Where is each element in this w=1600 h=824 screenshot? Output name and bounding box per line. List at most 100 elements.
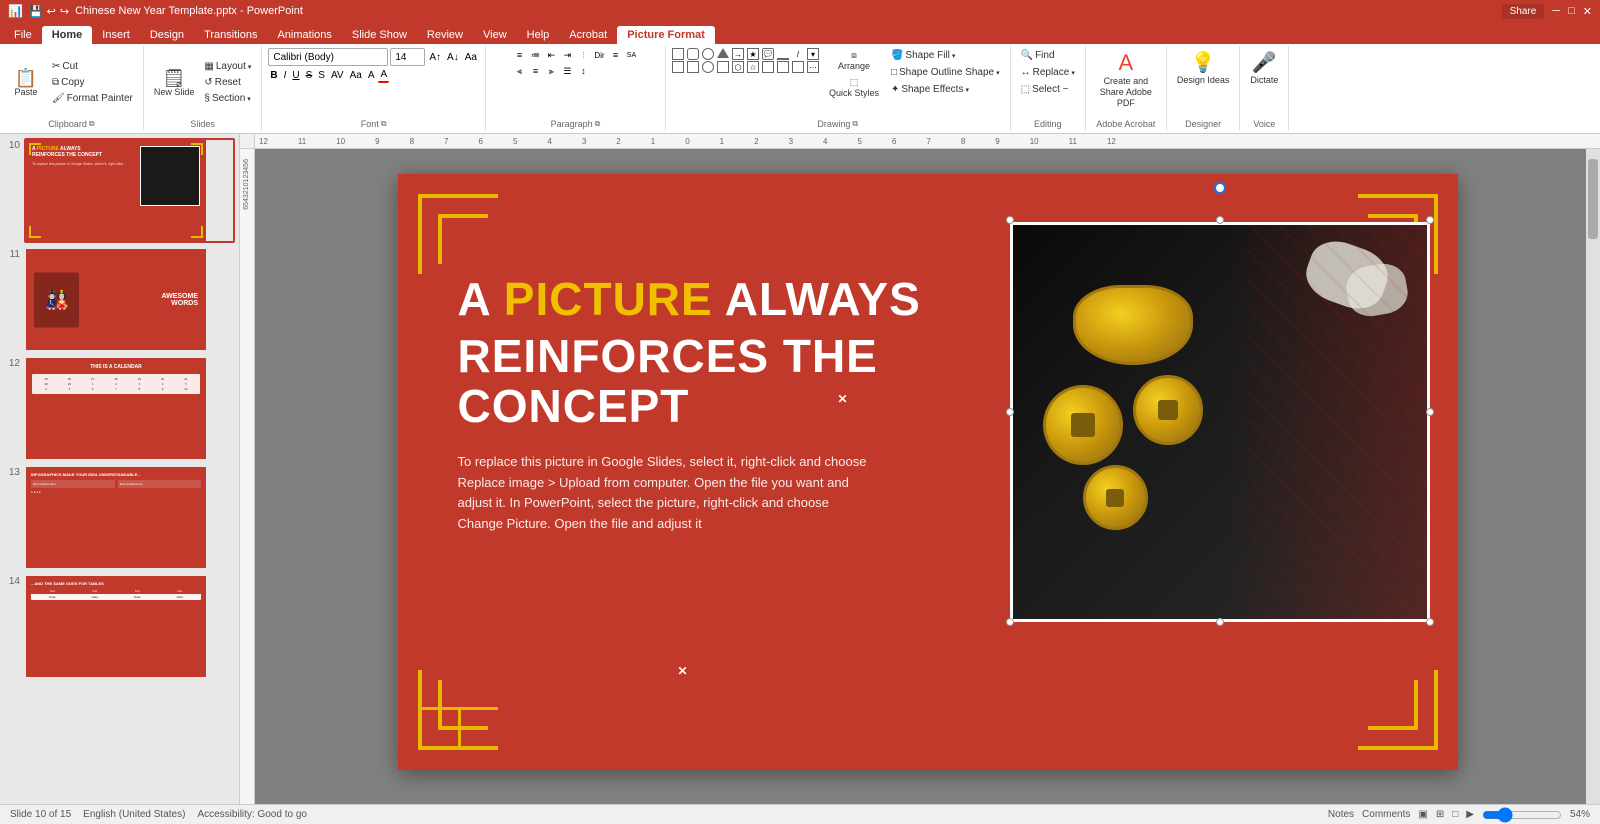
shape-line[interactable] <box>777 48 789 60</box>
scrollbar-thumb-v[interactable] <box>1588 159 1598 239</box>
shape-outline-button[interactable]: □ Shape Outline Shape ▾ <box>887 65 1004 80</box>
tab-review[interactable]: Review <box>417 26 473 44</box>
slide-img-13[interactable]: INFOGRAPHICS MAKE YOUR IDEA UNDERSTANDAB… <box>24 465 235 570</box>
picture-box[interactable] <box>1010 222 1430 622</box>
layout-button[interactable]: ▦ Layout ▾ <box>200 59 255 74</box>
shape-2[interactable] <box>672 61 684 73</box>
highlight-button[interactable]: A <box>366 69 377 82</box>
drawing-expand-icon[interactable]: ⧉ <box>852 119 858 129</box>
view-normal-icon[interactable]: ▣ <box>1418 809 1427 820</box>
shape-11[interactable]: ⋯ <box>807 61 819 73</box>
shape-3[interactable] <box>687 61 699 73</box>
format-painter-button[interactable]: 🖌 Format Painter <box>48 91 137 106</box>
slide-img-12[interactable]: THIS IS A CALENDAR 25262728293031 282912… <box>24 356 235 461</box>
shadow-button[interactable]: S <box>316 69 327 82</box>
font-name-input[interactable] <box>268 48 388 66</box>
zoom-slider[interactable] <box>1482 807 1562 823</box>
scrollbar-vertical[interactable] <box>1586 149 1600 804</box>
move-handle-2[interactable]: ✕ <box>678 664 688 678</box>
shape-rect[interactable] <box>672 48 684 60</box>
handle-ml[interactable] <box>1006 408 1014 416</box>
align-center-button[interactable]: ≡ <box>528 64 542 78</box>
handle-tr[interactable] <box>1426 216 1434 224</box>
shape-rounded-rect[interactable] <box>687 48 699 60</box>
slide-img-10[interactable]: A PICTURE ALWAYSREINFORCES THE CONCEPT T… <box>24 138 235 243</box>
arrange-button[interactable]: ⧈ Arrange <box>825 48 883 73</box>
columns-button[interactable]: ⫶ <box>576 48 590 62</box>
dictate-button[interactable]: 🎤 Dictate <box>1246 48 1282 87</box>
share-button[interactable]: Share <box>1502 4 1545 19</box>
shape-effects-button[interactable]: ✦ Shape Effects ▾ <box>887 82 1004 97</box>
create-share-pdf-button[interactable]: A Create and Share Adobe PDF <box>1092 48 1160 110</box>
new-slide-button[interactable]: 🗒 New Slide <box>150 67 199 99</box>
numbered-list-button[interactable]: ≔ <box>528 48 542 62</box>
slide-text-content[interactable]: A Picture Always Reinforces the Concept … <box>458 274 988 535</box>
tab-acrobat[interactable]: Acrobat <box>559 26 617 44</box>
shape-5[interactable] <box>717 61 729 73</box>
quick-styles-button[interactable]: ⬚ Quick Styles <box>825 75 883 100</box>
handle-tm[interactable] <box>1216 216 1224 224</box>
shape-connector[interactable]: / <box>792 48 804 60</box>
close-icon[interactable]: ✕ <box>1583 5 1592 18</box>
view-presenter-icon[interactable]: ▶ <box>1466 809 1474 820</box>
move-handle-1[interactable]: ✕ <box>838 392 848 406</box>
handle-bl[interactable] <box>1006 618 1014 626</box>
clear-format-button[interactable]: Aa <box>463 51 479 64</box>
char-spacing-button[interactable]: AV <box>329 69 346 82</box>
view-reading-icon[interactable]: □ <box>1452 809 1458 820</box>
tab-home[interactable]: Home <box>42 26 93 44</box>
handle-br[interactable] <box>1426 618 1434 626</box>
slide-thumb-11[interactable]: 11 AWESOMEWORDS 🎎 <box>4 247 235 352</box>
save-icon[interactable]: 💾 <box>29 5 43 18</box>
tab-slideshow[interactable]: Slide Show <box>342 26 417 44</box>
tab-help[interactable]: Help <box>517 26 560 44</box>
shape-7[interactable]: ☆ <box>747 61 759 73</box>
find-button[interactable]: 🔍 Find <box>1017 48 1079 63</box>
slide-img-14[interactable]: ...AND THE SAME GOES FOR TABLES Col Col … <box>24 574 235 679</box>
paste-button[interactable]: 📋 Paste <box>6 67 46 99</box>
align-right-button[interactable]: ⫸ <box>544 64 558 78</box>
italic-button[interactable]: I <box>282 69 289 82</box>
shape-10[interactable] <box>792 61 804 73</box>
design-ideas-button[interactable]: 💡 Design Ideas <box>1173 48 1234 87</box>
tab-design[interactable]: Design <box>140 26 194 44</box>
slide-thumb-13[interactable]: 13 INFOGRAPHICS MAKE YOUR IDEA UNDERSTAN… <box>4 465 235 570</box>
align-text-button[interactable]: ≡ <box>608 48 622 62</box>
tab-view[interactable]: View <box>473 26 517 44</box>
section-button[interactable]: § Section ▾ <box>200 91 255 106</box>
undo-icon[interactable]: ↩ <box>47 5 56 18</box>
replace-button[interactable]: ↔ Replace ▾ <box>1017 65 1079 80</box>
line-spacing-button[interactable]: ↕ <box>576 64 590 78</box>
handle-bm[interactable] <box>1216 618 1224 626</box>
handle-tl[interactable] <box>1006 216 1014 224</box>
reset-button[interactable]: ↺ Reset <box>200 75 255 90</box>
bullet-list-button[interactable]: ≡ <box>512 48 526 62</box>
align-left-button[interactable]: ⫷ <box>512 64 526 78</box>
underline-button[interactable]: U <box>290 69 301 82</box>
slide-thumb-10[interactable]: 10 A PICTURE ALWAYSREINFORCES THE CONCEP… <box>4 138 235 243</box>
paragraph-expand-icon[interactable]: ⧉ <box>595 119 601 129</box>
increase-font-button[interactable]: A↑ <box>427 51 443 64</box>
shape-8[interactable] <box>762 61 774 73</box>
slide-thumb-12[interactable]: 12 THIS IS A CALENDAR 25262728293031 282… <box>4 356 235 461</box>
tab-picture-format[interactable]: Picture Format <box>617 26 715 44</box>
strikethrough-button[interactable]: S <box>304 69 315 82</box>
select-button[interactable]: ⬚ Select ~ <box>1017 82 1079 97</box>
view-slide-sorter-icon[interactable]: ⊞ <box>1436 809 1444 820</box>
rotate-handle[interactable] <box>1214 182 1226 194</box>
comments-button[interactable]: Comments <box>1362 809 1410 820</box>
shape-callout[interactable]: 💬 <box>762 48 774 60</box>
shape-oval[interactable] <box>702 48 714 60</box>
justify-button[interactable]: ☰ <box>560 64 574 78</box>
copy-button[interactable]: ⧉ Copy <box>48 75 137 90</box>
slide-img-11[interactable]: AWESOMEWORDS 🎎 <box>24 247 235 352</box>
notes-button[interactable]: Notes <box>1328 809 1354 820</box>
shape-6[interactable]: ⬡ <box>732 61 744 73</box>
tab-file[interactable]: File <box>4 26 42 44</box>
text-direction-button[interactable]: Dir <box>592 48 606 62</box>
shape-more[interactable]: ▾ <box>807 48 819 60</box>
tab-transitions[interactable]: Transitions <box>194 26 267 44</box>
tab-insert[interactable]: Insert <box>92 26 140 44</box>
increase-indent-button[interactable]: ⇥ <box>560 48 574 62</box>
handle-mr[interactable] <box>1426 408 1434 416</box>
